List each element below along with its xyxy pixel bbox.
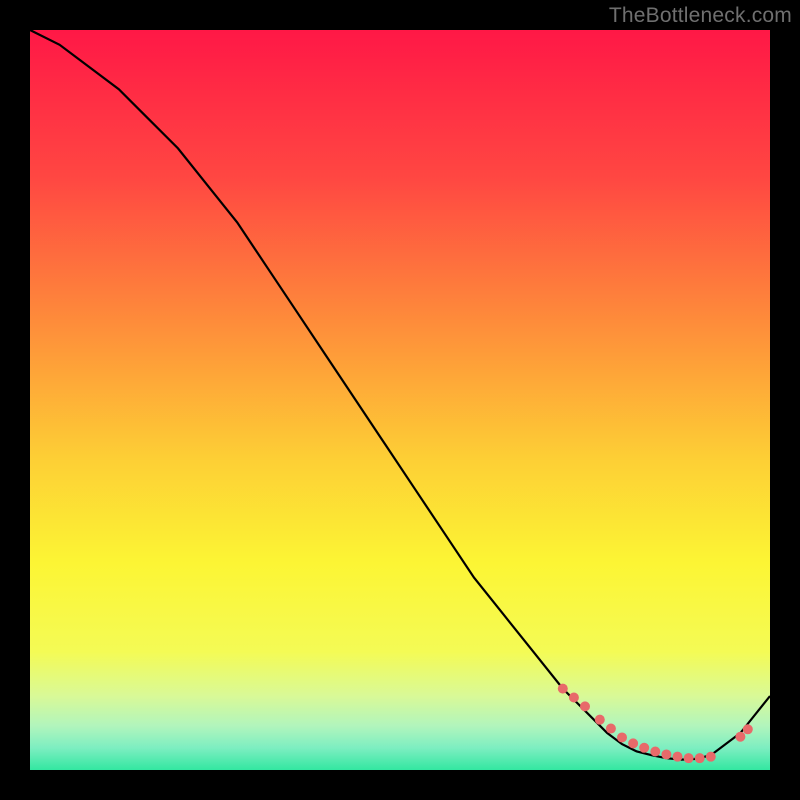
highlight-dot [706,752,716,762]
highlight-dot [673,752,683,762]
highlight-dot [580,701,590,711]
highlight-dots [558,684,753,764]
bottleneck-curve [30,30,770,760]
highlight-dot [743,724,753,734]
chart-container: TheBottleneck.com [0,0,800,800]
curve-layer [30,30,770,770]
highlight-dot [569,692,579,702]
highlight-dot [661,749,671,759]
plot-area [30,30,770,770]
highlight-dot [558,684,568,694]
highlight-dot [735,732,745,742]
highlight-dot [695,753,705,763]
watermark-text: TheBottleneck.com [609,4,792,28]
highlight-dot [617,732,627,742]
highlight-dot [628,738,638,748]
highlight-dot [606,724,616,734]
highlight-dot [639,743,649,753]
highlight-dot [595,715,605,725]
highlight-dot [650,747,660,757]
highlight-dot [684,753,694,763]
